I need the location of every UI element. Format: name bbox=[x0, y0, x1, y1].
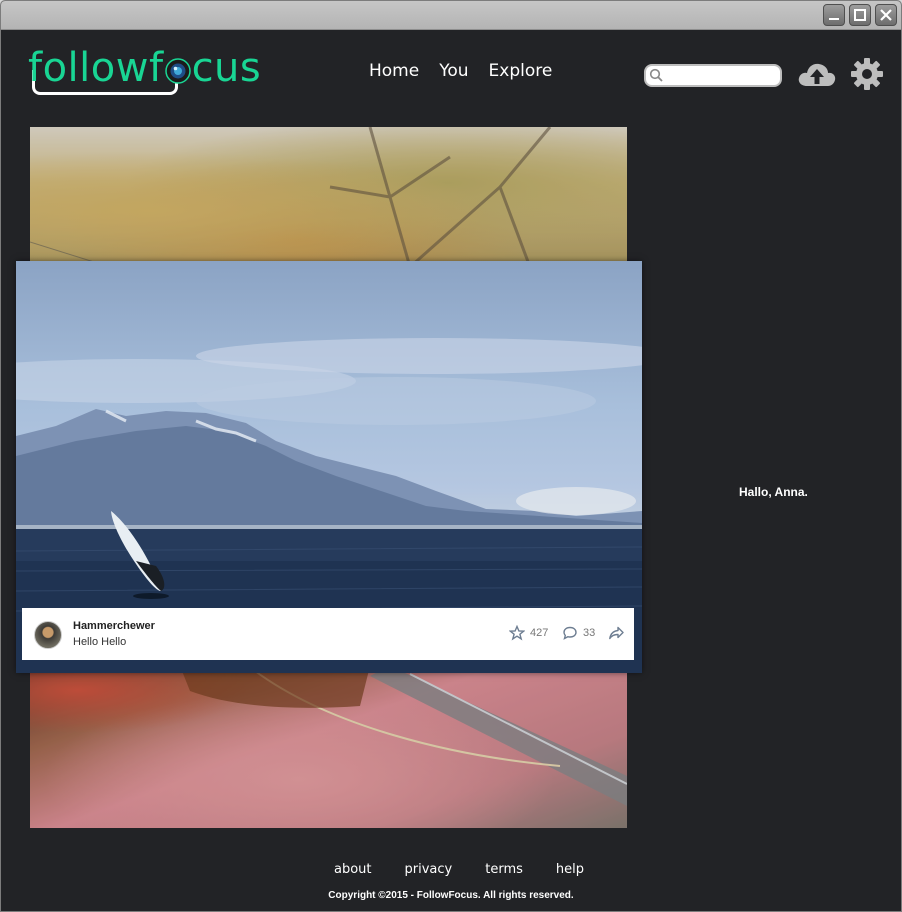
search-input[interactable] bbox=[666, 67, 778, 84]
photo-title: Hello Hello bbox=[73, 636, 127, 648]
feed-photo-autumn-trees[interactable] bbox=[30, 127, 627, 267]
user-greeting: Hallo, Anna. bbox=[739, 485, 808, 499]
app-window: followf cus Home You Explore Hammerchewe… bbox=[0, 0, 902, 912]
favorite-count: 427 bbox=[530, 627, 549, 639]
camera-lens-icon bbox=[164, 58, 191, 84]
maximize-button[interactable] bbox=[849, 4, 871, 26]
search-icon bbox=[649, 68, 663, 82]
share-icon bbox=[609, 626, 624, 640]
minimize-icon bbox=[829, 18, 839, 20]
photo-caption-bar: Hammerchewer Hello Hello 427 33 bbox=[22, 608, 634, 660]
brand-logo[interactable]: followf cus bbox=[28, 44, 288, 99]
close-button[interactable] bbox=[875, 4, 897, 26]
gear-icon[interactable] bbox=[850, 57, 884, 91]
footer-privacy[interactable]: privacy bbox=[405, 862, 453, 877]
footer-about[interactable]: about bbox=[334, 862, 372, 877]
close-icon bbox=[880, 9, 892, 21]
footer-terms[interactable]: terms bbox=[485, 862, 523, 877]
nav-explore[interactable]: Explore bbox=[489, 61, 553, 81]
feed-photo-guitar[interactable] bbox=[30, 666, 627, 828]
maximize-icon bbox=[854, 9, 866, 21]
comment-count: 33 bbox=[583, 627, 596, 639]
star-icon bbox=[509, 625, 525, 641]
comment-icon bbox=[563, 626, 577, 640]
copyright-text: Copyright ©2015 - FollowFocus. All right… bbox=[328, 890, 574, 901]
footer-help[interactable]: help bbox=[556, 862, 584, 877]
brand-name-part-2: cus bbox=[191, 45, 262, 91]
brand-name-part-1: followf bbox=[28, 45, 164, 91]
favorite-stat[interactable]: 427 bbox=[509, 625, 548, 641]
brand-name: followf cus bbox=[28, 44, 261, 92]
comment-stat[interactable]: 33 bbox=[562, 625, 595, 641]
share-stat[interactable] bbox=[608, 625, 625, 641]
nav-you[interactable]: You bbox=[439, 61, 468, 81]
window-titlebar bbox=[1, 1, 901, 30]
main-nav: Home You Explore bbox=[369, 61, 552, 81]
footer-links: about privacy terms help bbox=[334, 862, 584, 877]
photo-username[interactable]: Hammerchewer bbox=[73, 620, 155, 632]
search-box[interactable] bbox=[644, 64, 782, 87]
guitar-neck bbox=[180, 666, 627, 806]
nav-home[interactable]: Home bbox=[369, 61, 419, 81]
user-avatar[interactable] bbox=[34, 621, 62, 649]
minimize-button[interactable] bbox=[823, 4, 845, 26]
tree-branches bbox=[30, 127, 552, 267]
upload-cloud-icon[interactable] bbox=[797, 59, 837, 89]
